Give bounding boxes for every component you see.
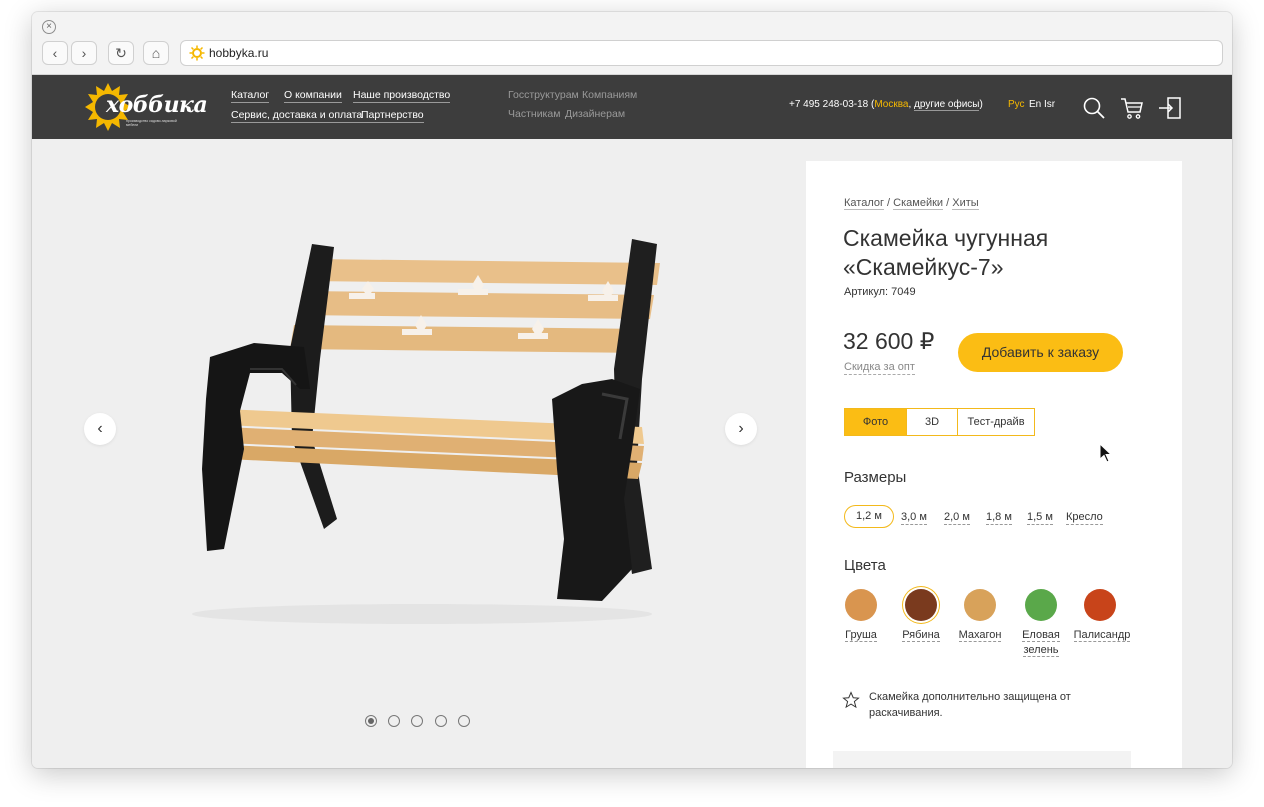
nav-link-production[interactable]: Наше производство: [353, 89, 451, 103]
color-swatch-spruce[interactable]: [1025, 589, 1057, 621]
bench-image: [192, 239, 660, 624]
colors-heading: Цвета: [844, 557, 886, 574]
search-icon[interactable]: [1082, 96, 1106, 120]
forward-button[interactable]: ›: [71, 41, 97, 65]
nav-link-companies[interactable]: Компаниям: [582, 89, 637, 102]
site-header: хоббика производство садово-парковой меб…: [32, 75, 1232, 139]
add-to-order-button[interactable]: Добавить к заказу: [958, 333, 1123, 372]
gallery-dot-1[interactable]: [365, 715, 377, 727]
color-label-rosewood[interactable]: Палисандр: [1072, 628, 1132, 643]
gallery-prev-button[interactable]: ‹: [84, 413, 116, 445]
color-label-spruce[interactable]: Еловая зелень: [1018, 628, 1064, 658]
other-offices-link[interactable]: другие офисы: [914, 99, 980, 111]
color-swatch-mahogany[interactable]: [964, 589, 996, 621]
nav-link-partnership[interactable]: Партнерство: [361, 109, 424, 123]
color-label-rowan[interactable]: Рябина: [901, 628, 941, 643]
color-label-mahogany[interactable]: Махагон: [957, 628, 1003, 643]
size-option-1-5[interactable]: 1,5 м: [1027, 511, 1053, 525]
product-title: Скамейка чугунная «Скамейкус-7»: [843, 224, 1143, 282]
color-swatch-pear[interactable]: [845, 589, 877, 621]
city-selector[interactable]: Москва: [874, 99, 908, 110]
breadcrumb-separator: /: [884, 197, 894, 209]
breadcrumb: Каталог / Скамейки / Хиты: [844, 197, 979, 210]
product-gallery: ‹ ›: [32, 139, 806, 768]
site-logo[interactable]: хоббика производство садово-парковой меб…: [82, 81, 208, 133]
color-label-pear[interactable]: Груша: [844, 628, 878, 643]
page-content: ‹ › Каталог / Скамейки / Хиты Скамейка ч…: [32, 139, 1232, 768]
tab-3d[interactable]: 3D: [906, 409, 957, 435]
back-button[interactable]: ‹: [42, 41, 68, 65]
browser-toolbar: × ‹ › ↻ ⌂ hobbyka.ru: [32, 12, 1232, 75]
nav-link-designers[interactable]: Дизайнерам: [565, 108, 625, 121]
url-text: hobbyka.ru: [209, 46, 269, 60]
browser-window: × ‹ › ↻ ⌂ hobbyka.ru хоббика производств…: [32, 12, 1232, 768]
size-option-2-0[interactable]: 2,0 м: [944, 511, 970, 525]
breadcrumb-hits[interactable]: Хиты: [952, 197, 979, 210]
lang-en[interactable]: En: [1029, 99, 1041, 110]
site-favicon-icon: [189, 45, 205, 61]
gallery-dot-2[interactable]: [388, 715, 400, 727]
wholesale-discount-link[interactable]: Скидка за опт: [844, 361, 915, 375]
cart-icon[interactable]: [1120, 96, 1144, 120]
nav-link-about[interactable]: О компании: [284, 89, 342, 103]
gallery-dot-5[interactable]: [458, 715, 470, 727]
home-button[interactable]: ⌂: [143, 41, 169, 65]
phone-number[interactable]: +7 495 248-03-18: [789, 99, 868, 110]
size-option-1-2[interactable]: 1,2 м: [844, 505, 894, 528]
lang-ru[interactable]: Рус: [1008, 99, 1025, 110]
lang-isr[interactable]: Isr: [1044, 99, 1055, 110]
gallery-dot-4[interactable]: [435, 715, 447, 727]
logo-subtitle: производство садово-парковой мебели: [126, 119, 177, 127]
address-bar[interactable]: hobbyka.ru: [180, 40, 1223, 66]
sizes-heading: Размеры: [844, 469, 907, 486]
product-article: Артикул: 7049: [844, 286, 916, 298]
nav-link-service[interactable]: Сервис, доставка и оплата: [231, 109, 363, 123]
additional-info-box: [833, 751, 1131, 768]
nav-link-private[interactable]: Частникам: [508, 108, 560, 121]
tab-test-drive[interactable]: Тест-драйв: [957, 409, 1034, 435]
login-icon[interactable]: [1158, 96, 1182, 120]
star-icon: [842, 691, 860, 709]
breadcrumb-benches[interactable]: Скамейки: [893, 197, 944, 210]
gallery-next-button[interactable]: ›: [725, 413, 757, 445]
product-price: 32 600 ₽: [843, 328, 935, 354]
color-swatch-rosewood[interactable]: [1084, 589, 1116, 621]
size-option-chair[interactable]: Кресло: [1066, 511, 1103, 525]
nav-link-catalog[interactable]: Каталог: [231, 89, 270, 103]
size-option-3-0[interactable]: 3,0 м: [901, 511, 927, 525]
reload-button[interactable]: ↻: [108, 41, 134, 65]
breadcrumb-catalog[interactable]: Каталог: [844, 197, 884, 210]
gallery-dot-3[interactable]: [411, 715, 423, 727]
product-title-line2: «Скамейкус-7»: [843, 254, 1004, 280]
view-mode-tabs: Фото 3D Тест-драйв: [844, 408, 1035, 436]
logo-text: хоббика: [106, 92, 208, 118]
size-option-1-8[interactable]: 1,8 м: [986, 511, 1012, 525]
nav-link-government[interactable]: Госструктурам: [508, 89, 579, 102]
stability-note: Скамейка дополнительно защищена от раска…: [869, 691, 1071, 719]
phone-block: +7 495 248-03-18 (Москва, другие офисы): [789, 99, 983, 111]
color-swatch-rowan[interactable]: [905, 589, 937, 621]
close-window-icon[interactable]: ×: [42, 20, 56, 34]
tab-photo[interactable]: Фото: [845, 409, 906, 435]
breadcrumb-separator: /: [943, 197, 953, 209]
mouse-cursor-icon: [1099, 443, 1113, 463]
product-panel: Каталог / Скамейки / Хиты Скамейка чугун…: [806, 161, 1182, 768]
product-title-line1: Скамейка чугунная: [843, 225, 1049, 251]
